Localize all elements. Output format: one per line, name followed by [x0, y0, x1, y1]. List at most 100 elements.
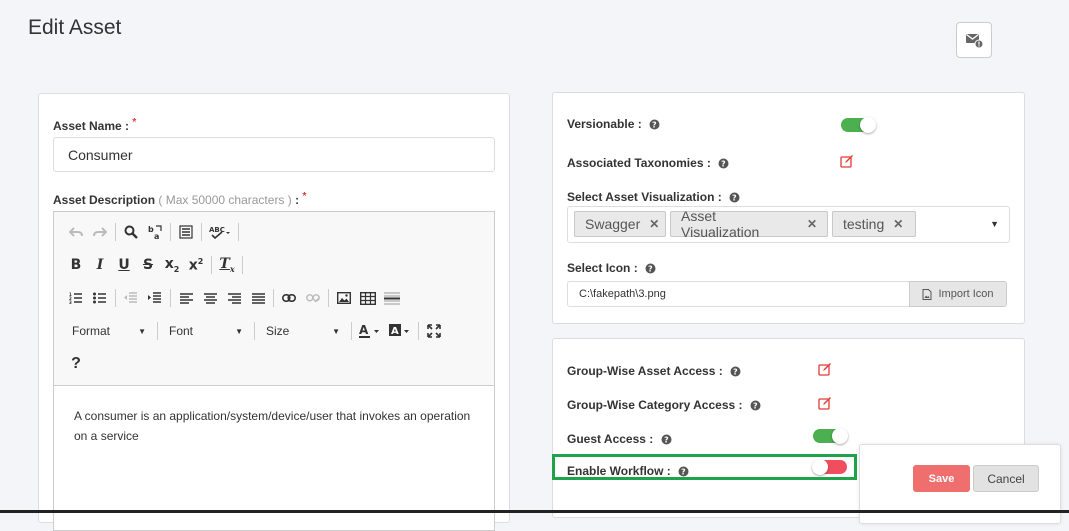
help-button[interactable]: ? — [64, 352, 88, 376]
edit-icon[interactable] — [840, 154, 854, 168]
format-dropdown[interactable]: Format ▼ — [64, 319, 154, 343]
asset-name-label-text: Asset Name : — [53, 119, 130, 133]
align-center-icon[interactable] — [198, 286, 222, 310]
mail-alert-icon — [966, 33, 984, 49]
question-circle-icon[interactable]: ? — [661, 434, 672, 445]
svg-text:?: ? — [732, 194, 737, 203]
bold-icon[interactable]: B — [64, 253, 88, 277]
guest-access-toggle[interactable] — [813, 428, 848, 444]
mail-alert-button[interactable] — [956, 22, 992, 58]
edit-icon[interactable] — [818, 362, 832, 376]
asset-visualization-label-text: Select Asset Visualization : — [567, 190, 722, 204]
import-icon-button[interactable]: Import Icon — [909, 281, 1007, 307]
undo-icon[interactable] — [64, 220, 88, 244]
svg-text:?: ? — [664, 436, 669, 445]
spellcheck-icon[interactable]: ABC — [205, 220, 235, 244]
font-dropdown[interactable]: Font ▼ — [161, 319, 251, 343]
chevron-down-icon: ▼ — [332, 326, 340, 336]
edit-icon[interactable] — [818, 396, 832, 410]
svg-text:A: A — [359, 324, 369, 337]
remove-format-icon[interactable]: Tx — [215, 253, 239, 277]
question-circle-icon[interactable]: ? — [645, 263, 656, 274]
tag-label: Swagger — [585, 216, 641, 232]
enable-workflow-highlight — [552, 454, 857, 480]
svg-text:?: ? — [733, 368, 738, 377]
align-left-icon[interactable] — [174, 286, 198, 310]
file-image-icon — [922, 288, 932, 300]
select-icon-label: Select Icon : ? — [567, 261, 656, 275]
bulleted-list-icon[interactable] — [88, 286, 112, 310]
toolbar-separator — [211, 256, 212, 274]
question-circle-icon[interactable]: ? — [750, 400, 761, 411]
outdent-icon[interactable] — [119, 286, 143, 310]
maximize-icon[interactable] — [422, 319, 446, 343]
toolbar-separator — [418, 322, 419, 340]
close-icon[interactable]: ✕ — [893, 217, 903, 231]
question-circle-icon[interactable]: ? — [730, 366, 741, 377]
tag-label: testing — [843, 216, 885, 232]
question-circle-icon[interactable]: ? — [729, 192, 740, 203]
visualization-tag: Swagger ✕ — [574, 211, 666, 237]
description-hint: ( Max 50000 characters ) — [158, 193, 292, 207]
svg-text:3: 3 — [69, 300, 72, 304]
tag-label: Asset Visualization — [681, 208, 760, 240]
background-color-icon[interactable]: A — [385, 319, 415, 343]
asset-visualization-label: Select Asset Visualization : ? — [567, 190, 740, 204]
redo-icon[interactable] — [88, 220, 112, 244]
close-icon[interactable]: ✕ — [807, 217, 817, 231]
toggle-knob — [860, 117, 876, 133]
indent-icon[interactable] — [143, 286, 167, 310]
question-circle-icon[interactable]: ? — [718, 158, 729, 169]
visualization-tag: Asset Visualization ✕ — [670, 208, 828, 240]
svg-text:ABC: ABC — [209, 226, 225, 234]
toolbar-separator — [273, 289, 274, 307]
toolbar-row-3: 123 — [64, 286, 404, 310]
associated-taxonomies-label-text: Associated Taxonomies : — [567, 156, 711, 170]
toolbar-row-4: Format ▼ Font ▼ Size ▼ A A — [64, 319, 446, 343]
toolbar-separator — [201, 223, 202, 241]
save-button[interactable]: Save — [913, 465, 970, 492]
image-icon[interactable] — [332, 286, 356, 310]
replace-icon[interactable]: ba — [143, 220, 167, 244]
guest-access-label-text: Guest Access : — [567, 432, 654, 446]
unlink-icon[interactable] — [301, 286, 325, 310]
toolbar-separator — [351, 322, 352, 340]
versionable-label: Versionable : ? — [567, 117, 660, 131]
link-icon[interactable] — [277, 286, 301, 310]
underline-icon[interactable]: U — [112, 253, 136, 277]
rich-text-editor: ba ABC B I U S x2 x2 Tx 1 2 3 Format ▼ F… — [53, 211, 495, 531]
group-category-access-label: Group-Wise Category Access : ? — [567, 398, 761, 412]
question-circle-icon[interactable]: ? — [649, 119, 660, 130]
close-icon[interactable]: ✕ — [649, 217, 659, 231]
toolbar-separator — [170, 289, 171, 307]
cancel-button[interactable]: Cancel — [973, 465, 1039, 492]
select-all-icon[interactable] — [174, 220, 198, 244]
numbered-list-icon[interactable]: 123 — [64, 286, 88, 310]
size-dropdown[interactable]: Size ▼ — [258, 319, 348, 343]
editor-content[interactable]: A consumer is an application/system/devi… — [74, 406, 474, 446]
group-asset-access-label-text: Group-Wise Asset Access : — [567, 364, 723, 378]
versionable-label-text: Versionable : — [567, 117, 642, 131]
toolbar-row-1: ba ABC — [64, 220, 242, 244]
asset-description-label-text: Asset Description — [53, 193, 156, 207]
asset-visualization-select[interactable]: Swagger ✕ Asset Visualization ✕ testing … — [567, 206, 1010, 243]
toolbar-separator — [242, 256, 243, 274]
find-icon[interactable] — [119, 220, 143, 244]
align-right-icon[interactable] — [222, 286, 246, 310]
versionable-toggle[interactable] — [841, 117, 876, 133]
svg-text:?: ? — [648, 265, 653, 274]
justify-icon[interactable] — [246, 286, 270, 310]
chevron-down-icon: ▼ — [235, 326, 243, 336]
asset-name-input[interactable] — [53, 137, 495, 172]
subscript-icon[interactable]: x2 — [160, 253, 184, 277]
superscript-icon[interactable]: x2 — [184, 253, 208, 277]
icon-path-input[interactable]: C:\fakepath\3.png — [567, 281, 910, 307]
toolbar-row-5: ? — [64, 352, 88, 376]
text-color-icon[interactable]: A — [355, 319, 385, 343]
chevron-down-icon[interactable]: ▼ — [990, 219, 999, 229]
strikethrough-icon[interactable]: S — [136, 253, 160, 277]
horizontal-line-icon[interactable] — [380, 286, 404, 310]
table-icon[interactable] — [356, 286, 380, 310]
italic-icon[interactable]: I — [88, 253, 112, 277]
visualization-tag: testing ✕ — [832, 211, 916, 237]
